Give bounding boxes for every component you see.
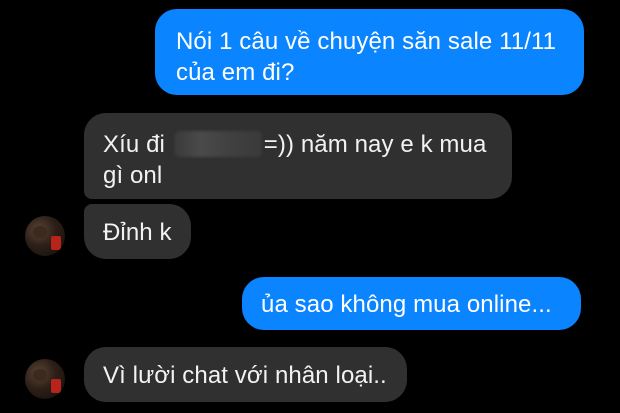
avatar-detail — [33, 369, 47, 381]
avatar-detail — [51, 236, 61, 250]
contact-avatar[interactable] — [25, 216, 65, 256]
message-text: Đỉnh k — [103, 219, 172, 246]
avatar-detail — [51, 379, 61, 393]
avatar-detail — [33, 226, 47, 238]
message-text-start: Xíu đi — [103, 131, 165, 158]
message-bubble-outgoing[interactable]: ủa sao không mua online... — [242, 277, 581, 330]
redacted-blur — [173, 131, 262, 157]
message-bubble-incoming[interactable]: Đỉnh k — [84, 204, 191, 259]
message-text: Vì lười chat với nhân loại.. — [103, 362, 387, 389]
message-text: ủa sao không mua online... — [261, 291, 552, 318]
message-text: Nói 1 câu về chuyện săn sale 11/11 của e… — [176, 28, 557, 86]
message-bubble-incoming[interactable]: Xíu đi =)) năm nay e k mua gì onl — [84, 113, 512, 199]
message-bubble-outgoing[interactable]: Nói 1 câu về chuyện săn sale 11/11 của e… — [155, 9, 584, 95]
contact-avatar[interactable] — [25, 359, 65, 399]
message-bubble-incoming[interactable]: Vì lười chat với nhân loại.. — [84, 347, 407, 402]
